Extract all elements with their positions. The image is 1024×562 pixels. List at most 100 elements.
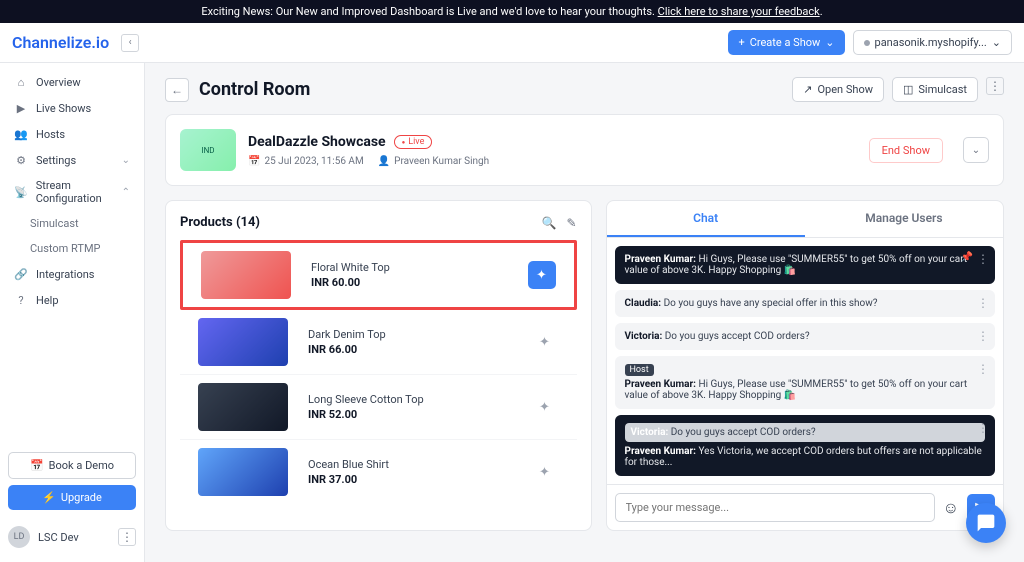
product-row[interactable]: Floral White Top INR 60.00 ✦ [180, 240, 577, 310]
product-price: INR 52.00 [308, 408, 511, 421]
sidebar-item-custom-rtmp[interactable]: Custom RTMP [0, 236, 144, 261]
page-title: Control Room [199, 79, 310, 100]
user-name: LSC Dev [38, 531, 79, 544]
user-row: LD LSC Dev ⋮ [0, 518, 144, 556]
product-name: Long Sleeve Cotton Top [308, 393, 511, 406]
show-card: IND DealDazzle Showcase Live 📅 25 Jul 202… [165, 114, 1004, 186]
users-icon: 👥 [14, 127, 28, 141]
banner-link[interactable]: Click here to share your feedback [658, 5, 820, 18]
product-image [201, 251, 291, 299]
pin-icon[interactable]: 📌 [961, 252, 973, 263]
edit-icon[interactable]: ✎ [566, 216, 576, 230]
brand-logo[interactable]: Channelize.io [12, 33, 109, 52]
message-menu-button[interactable]: ⋮ [977, 296, 989, 310]
calendar-icon: 📅 [30, 459, 44, 472]
spotlight-button[interactable]: ✦ [528, 261, 556, 289]
sidebar-item-integrations[interactable]: 🔗Integrations [0, 261, 144, 287]
chat-message: ⋮ Victoria: Do you guys accept COD order… [615, 415, 996, 476]
product-price: INR 37.00 [308, 473, 511, 486]
announcement-banner: Exciting News: Our New and Improved Dash… [0, 0, 1024, 23]
product-image [198, 383, 288, 431]
sidebar: ⌂Overview ▶Live Shows 👥Hosts ⚙Settings⌄ … [0, 63, 145, 562]
chat-message: 📌 ⋮ Praveen Kumar: Hi Guys, Please use "… [615, 246, 996, 284]
sidebar-item-simulcast[interactable]: Simulcast [0, 211, 144, 236]
sidebar-item-settings[interactable]: ⚙Settings⌄ [0, 147, 144, 173]
expand-show-button[interactable]: ⌄ [963, 137, 989, 163]
sidebar-item-live-shows[interactable]: ▶Live Shows [0, 95, 144, 121]
upgrade-button[interactable]: ⚡Upgrade [8, 485, 136, 510]
sidebar-item-overview[interactable]: ⌂Overview [0, 69, 144, 95]
product-name: Ocean Blue Shirt [308, 458, 511, 471]
product-row[interactable]: Long Sleeve Cotton Top INR 52.00 ✦ [180, 375, 577, 440]
spotlight-button[interactable]: ✦ [531, 328, 559, 356]
store-name: panasonik.myshopify... [875, 36, 987, 49]
show-host: Praveen Kumar Singh [394, 156, 489, 167]
spotlight-button[interactable]: ✦ [531, 458, 559, 486]
store-selector[interactable]: panasonik.myshopify... ⌄ [853, 30, 1012, 55]
product-name: Dark Denim Top [308, 328, 511, 341]
avatar: LD [8, 526, 30, 548]
tab-chat[interactable]: Chat [607, 201, 805, 237]
chevron-down-icon: ⌄ [992, 36, 1001, 49]
tab-manage-users[interactable]: Manage Users [805, 201, 1003, 237]
create-show-button[interactable]: + Create a Show ⌄ [728, 30, 844, 55]
chevron-down-icon: ⌄ [122, 155, 130, 166]
product-row[interactable]: Dark Denim Top INR 66.00 ✦ [180, 310, 577, 375]
chevron-down-icon: ⌄ [825, 36, 834, 49]
chat-fab[interactable] [966, 503, 1006, 543]
search-icon[interactable]: 🔍 [541, 216, 556, 230]
external-link-icon: ↗ [803, 83, 812, 96]
product-image [198, 448, 288, 496]
message-menu-button[interactable]: ⋮ [977, 252, 989, 266]
sidebar-item-help[interactable]: ?Help [0, 287, 144, 313]
host-badge: Host [625, 364, 654, 376]
chat-input[interactable] [615, 493, 935, 522]
live-badge: Live [394, 135, 433, 149]
product-name: Floral White Top [311, 261, 508, 274]
quoted-message: Victoria: Do you guys accept COD orders? [625, 423, 986, 442]
chat-message: ⋮ Claudia: Do you guys have any special … [615, 290, 996, 317]
open-show-button[interactable]: ↗Open Show [792, 77, 884, 102]
lightning-icon: ⚡ [42, 491, 56, 504]
show-title: DealDazzle Showcase [248, 134, 386, 150]
back-button[interactable]: ← [165, 78, 189, 102]
chat-panel: Chat Manage Users 📌 ⋮ Praveen Kumar: Hi … [606, 200, 1005, 531]
products-title: Products (14) [180, 215, 260, 230]
broadcast-icon: ◫ [903, 83, 913, 96]
calendar-icon: 📅 [248, 156, 260, 167]
book-demo-button[interactable]: 📅Book a Demo [8, 452, 136, 479]
chat-messages: 📌 ⋮ Praveen Kumar: Hi Guys, Please use "… [607, 238, 1004, 484]
chat-message: ⋮ Victoria: Do you guys accept COD order… [615, 323, 996, 350]
chevron-up-icon: ⌃ [122, 187, 130, 198]
emoji-button[interactable]: ☺ [943, 498, 959, 518]
help-icon: ? [14, 293, 28, 307]
more-menu-button[interactable]: ⋮ [986, 77, 1004, 95]
message-menu-button[interactable]: ⋮ [977, 329, 989, 343]
user-menu-button[interactable]: ⋮ [118, 528, 136, 546]
gear-icon: ⚙ [14, 153, 28, 167]
spotlight-button[interactable]: ✦ [531, 393, 559, 421]
message-menu-button[interactable]: ⋮ [977, 362, 989, 376]
sidebar-item-hosts[interactable]: 👥Hosts [0, 121, 144, 147]
chat-message: ⋮ Host Praveen Kumar: Hi Guys, Please us… [615, 356, 996, 409]
message-menu-button[interactable]: ⋮ [977, 421, 989, 435]
user-icon: 👤 [378, 156, 390, 167]
home-icon: ⌂ [14, 75, 28, 89]
product-price: INR 66.00 [308, 343, 511, 356]
simulcast-button[interactable]: ◫Simulcast [892, 77, 978, 102]
show-thumbnail: IND [180, 129, 236, 171]
play-icon: ▶ [14, 101, 28, 115]
end-show-button[interactable]: End Show [869, 138, 943, 163]
product-image [198, 318, 288, 366]
show-date: 25 Jul 2023, 11:56 AM [264, 156, 363, 167]
topbar: Channelize.io ‹ + Create a Show ⌄ panaso… [0, 23, 1024, 63]
signal-icon: 📡 [14, 185, 28, 199]
product-price: INR 60.00 [311, 276, 508, 289]
sidebar-item-stream-config[interactable]: 📡Stream Configuration⌃ [0, 173, 144, 211]
main-content: ← Control Room ↗Open Show ◫Simulcast ⋮ I… [145, 63, 1024, 562]
plus-icon: + [738, 36, 744, 49]
products-panel: Products (14) 🔍 ✎ Floral White Top INR 60… [165, 200, 592, 531]
product-row[interactable]: Ocean Blue Shirt INR 37.00 ✦ [180, 440, 577, 504]
collapse-sidebar-button[interactable]: ‹ [121, 34, 139, 52]
chat-icon [976, 513, 996, 533]
